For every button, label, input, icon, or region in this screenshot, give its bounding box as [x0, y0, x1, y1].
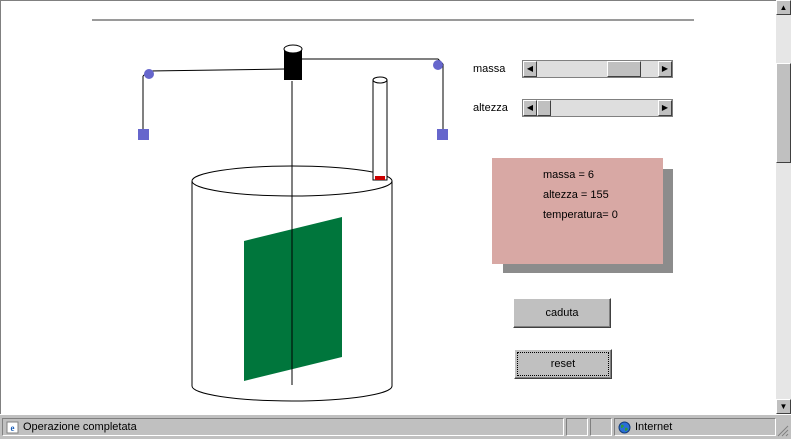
status-cell	[566, 418, 588, 436]
status-message: Operazione completata	[23, 421, 137, 433]
altezza-slider-thumb[interactable]	[537, 100, 551, 116]
right-weight	[437, 129, 448, 140]
readout-panel: massa = 6 altezza = 155 temperatura= 0	[492, 158, 663, 264]
left-pulley	[144, 69, 154, 79]
massa-readout: massa = 6	[543, 169, 595, 181]
globe-icon	[618, 421, 631, 433]
massa-label: massa	[473, 63, 506, 75]
svg-text:e: e	[11, 423, 15, 433]
vertical-scrollbar[interactable]: ▲ ▼	[776, 0, 791, 414]
status-bar: e Operazione completata Internet	[0, 414, 791, 439]
massa-slider-thumb[interactable]	[606, 61, 641, 77]
slider-right-arrow-icon[interactable]: ▶	[658, 100, 672, 116]
caduta-button[interactable]: caduta	[513, 298, 611, 328]
massa-slider[interactable]: ◀ ▶	[522, 60, 673, 78]
altezza-readout: altezza = 155	[543, 189, 609, 201]
thermometer-bulb	[375, 176, 385, 180]
altezza-slider[interactable]: ◀ ▶	[522, 99, 673, 117]
thermometer-top	[372, 76, 388, 84]
paddle-blade	[244, 217, 342, 381]
scroll-down-icon[interactable]: ▼	[776, 399, 791, 414]
altezza-label: altezza	[473, 102, 508, 114]
status-message-cell: e Operazione completata	[2, 418, 564, 436]
right-pulley	[433, 60, 443, 70]
resize-grip-icon[interactable]	[776, 424, 789, 437]
page-done-icon: e	[6, 421, 19, 433]
winding-drum-top	[283, 44, 303, 54]
slider-left-arrow-icon[interactable]: ◀	[523, 100, 537, 116]
scrollbar-thumb[interactable]	[776, 63, 791, 163]
zone-label: Internet	[635, 421, 673, 433]
right-string-top	[301, 58, 444, 65]
slider-left-arrow-icon[interactable]: ◀	[523, 61, 537, 77]
page-content: massa ◀ ▶ altezza ◀ ▶ massa = 6 altezza …	[0, 0, 776, 414]
temperatura-readout: temperatura= 0	[543, 209, 618, 221]
slider-right-arrow-icon[interactable]: ▶	[658, 61, 672, 77]
left-string-top	[142, 68, 286, 77]
reset-button[interactable]: reset	[514, 349, 612, 379]
thermometer-tube	[372, 79, 388, 181]
left-weight	[138, 129, 149, 140]
zone-cell: Internet	[614, 418, 776, 436]
status-cell	[590, 418, 612, 436]
scroll-up-icon[interactable]: ▲	[776, 0, 791, 15]
